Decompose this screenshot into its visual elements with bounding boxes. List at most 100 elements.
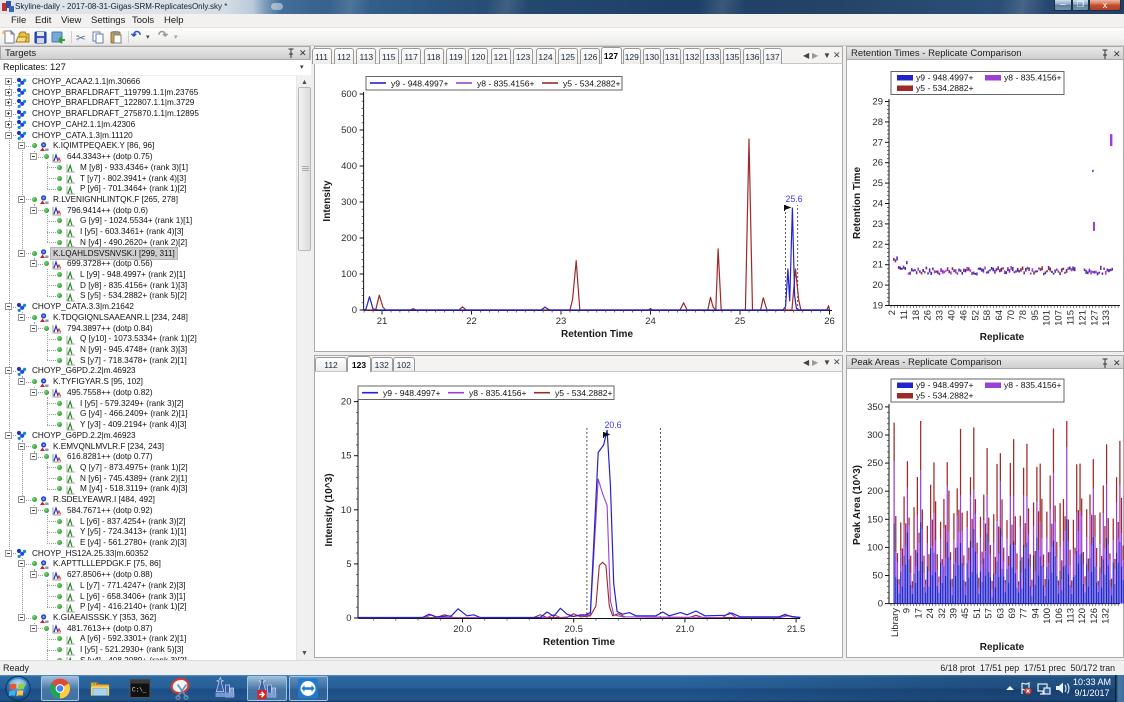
svg-text:107: 107: [1054, 310, 1065, 326]
svg-text:26: 26: [923, 310, 934, 321]
svg-text:25.6: 25.6: [785, 194, 802, 204]
svg-text:300: 300: [867, 430, 883, 441]
svg-text:24: 24: [925, 608, 936, 619]
svg-text:24: 24: [872, 199, 883, 210]
svg-text:y8 - 835.4156+: y8 - 835.4156+: [1004, 380, 1062, 390]
svg-text:22: 22: [466, 316, 477, 327]
svg-text:46: 46: [958, 310, 969, 321]
svg-text:64: 64: [994, 310, 1005, 321]
svg-text:y5 - 534.2882+: y5 - 534.2882+: [563, 79, 621, 89]
svg-text:Retention Time: Retention Time: [852, 167, 863, 239]
svg-text:127: 127: [1089, 310, 1100, 326]
svg-text:21: 21: [377, 316, 388, 327]
svg-text:28: 28: [872, 117, 883, 128]
svg-text:95: 95: [1030, 310, 1041, 321]
svg-text:600: 600: [341, 89, 357, 100]
svg-text:y5 - 534.2882+: y5 - 534.2882+: [916, 83, 974, 93]
svg-text:y5 - 534.2882+: y5 - 534.2882+: [555, 388, 613, 398]
svg-text:18: 18: [911, 310, 922, 321]
svg-text:5: 5: [346, 559, 351, 570]
svg-text:94: 94: [1030, 608, 1041, 619]
svg-text:113: 113: [1066, 608, 1077, 623]
svg-text:27: 27: [872, 137, 883, 148]
svg-text:y8 - 835.4156+: y8 - 835.4156+: [1004, 73, 1062, 83]
svg-text:y9 - 948.4997+: y9 - 948.4997+: [391, 79, 449, 89]
svg-text:33: 33: [935, 310, 946, 321]
svg-text:19: 19: [872, 301, 883, 312]
svg-text:20: 20: [341, 397, 352, 408]
svg-text:21.0: 21.0: [676, 624, 695, 635]
svg-text:Replicate: Replicate: [980, 332, 1025, 343]
svg-text:70: 70: [1006, 310, 1017, 321]
svg-text:25: 25: [872, 178, 883, 189]
svg-text:20: 20: [872, 280, 883, 291]
svg-text:17: 17: [913, 608, 924, 619]
svg-text:26: 26: [824, 316, 835, 327]
svg-text:200: 200: [867, 486, 883, 497]
svg-text:100: 100: [341, 269, 357, 280]
svg-text:126: 126: [1089, 608, 1100, 624]
svg-text:21.5: 21.5: [787, 624, 806, 635]
svg-text:78: 78: [1018, 310, 1029, 321]
svg-text:150: 150: [867, 514, 883, 525]
svg-text:y8 - 835.4156+: y8 - 835.4156+: [469, 388, 527, 398]
svg-text:132: 132: [1101, 608, 1112, 624]
svg-text:101: 101: [1042, 310, 1053, 326]
svg-text:250: 250: [867, 458, 883, 469]
svg-text:✂: ✂: [76, 31, 86, 45]
svg-text:350: 350: [867, 402, 883, 413]
svg-text:120: 120: [1077, 608, 1088, 624]
svg-text:25: 25: [735, 316, 746, 327]
svg-text:26: 26: [872, 158, 883, 169]
svg-text:200: 200: [341, 233, 357, 244]
svg-text:51: 51: [972, 608, 983, 619]
svg-text:115: 115: [1066, 310, 1077, 325]
svg-text:300: 300: [341, 197, 357, 208]
svg-text:y5 - 534.2882+: y5 - 534.2882+: [916, 391, 974, 401]
svg-text:40: 40: [947, 310, 958, 321]
svg-text:58: 58: [982, 310, 993, 321]
svg-text:121: 121: [1077, 310, 1088, 326]
svg-text:y8 - 835.4156+: y8 - 835.4156+: [477, 79, 535, 89]
svg-text:69: 69: [1007, 608, 1018, 619]
svg-text:100: 100: [867, 542, 883, 553]
svg-text:y9 - 948.4997+: y9 - 948.4997+: [383, 388, 441, 398]
svg-text:15: 15: [341, 451, 352, 462]
svg-text:0: 0: [878, 599, 883, 610]
svg-text:11: 11: [899, 310, 910, 320]
svg-text:2: 2: [887, 310, 898, 315]
svg-text:0: 0: [352, 305, 357, 316]
svg-text:106: 106: [1054, 608, 1065, 624]
svg-text:63: 63: [995, 608, 1006, 619]
svg-text:Retention Time: Retention Time: [543, 637, 615, 648]
svg-text:C:\_: C:\_: [132, 687, 147, 694]
svg-text:45: 45: [960, 608, 971, 619]
svg-text:39: 39: [949, 608, 960, 619]
svg-text:100: 100: [1042, 608, 1053, 624]
svg-text:Replicate: Replicate: [980, 642, 1025, 653]
svg-text:500: 500: [341, 125, 357, 136]
svg-text:50: 50: [872, 571, 883, 582]
svg-text:0: 0: [346, 613, 351, 624]
svg-text:52: 52: [970, 310, 981, 321]
svg-text:23: 23: [556, 316, 567, 327]
svg-text:20.6: 20.6: [604, 420, 621, 430]
svg-text:29: 29: [872, 97, 883, 108]
svg-text:23: 23: [872, 219, 883, 230]
svg-text:20.5: 20.5: [564, 624, 583, 635]
svg-text:Library: Library: [890, 608, 901, 637]
svg-text:77: 77: [1019, 608, 1030, 619]
svg-text:57: 57: [984, 608, 995, 619]
svg-text:10: 10: [341, 505, 352, 516]
svg-text:Retention Time: Retention Time: [561, 329, 633, 340]
svg-text:21: 21: [872, 260, 883, 271]
svg-text:20.0: 20.0: [453, 624, 472, 635]
svg-text:Peak Area (10^3): Peak Area (10^3): [852, 465, 863, 545]
svg-text:Intensity (10^3): Intensity (10^3): [324, 473, 335, 546]
svg-text:9: 9: [902, 608, 913, 613]
svg-text:y9 - 948.4997+: y9 - 948.4997+: [916, 380, 974, 390]
svg-text:32: 32: [937, 608, 948, 619]
svg-text:22: 22: [872, 239, 883, 250]
svg-text:y9 - 948.4997+: y9 - 948.4997+: [916, 73, 974, 83]
svg-text:400: 400: [341, 161, 357, 172]
